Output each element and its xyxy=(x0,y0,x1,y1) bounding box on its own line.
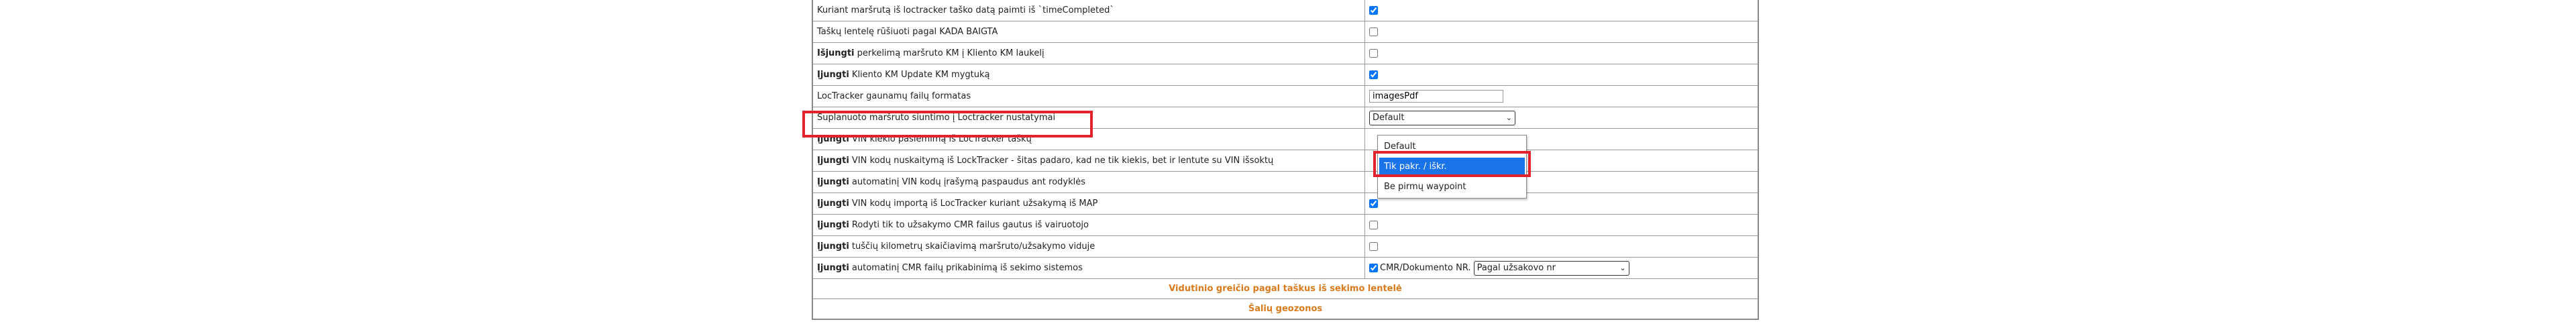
setting-label-text: Rodyti tik to užsakymo CMR failus gautus… xyxy=(849,220,1089,230)
settings-row: Įjungti VIN kiekio pasiemimą iš LocTrack… xyxy=(812,128,1759,150)
setting-label-prefix: Išjungti xyxy=(817,48,855,58)
setting-control-cell xyxy=(1364,0,1759,21)
setting-label-text: Taškų lentelę rūšiuoti pagal KADA BAIGTA xyxy=(817,27,998,37)
setting-control-cell xyxy=(1364,235,1759,258)
cmr-number-select[interactable]: Pagal užsakovo nr ⌄ xyxy=(1473,260,1629,276)
dropdown-option-default[interactable]: Default xyxy=(1379,138,1525,156)
setting-label: Įjungti VIN kodų importą iš LocTracker k… xyxy=(812,193,1365,215)
setting-label-text: perkelimą maršruto KM į Kliento KM lauke… xyxy=(854,48,1044,58)
setting-label-prefix: Įjungti xyxy=(817,199,849,209)
cmr-document-label: CMR/Dokumento NR. xyxy=(1380,263,1471,273)
select-value: Default xyxy=(1373,112,1405,123)
setting-control-cell xyxy=(1364,64,1759,86)
setting-label: Įjungti Kliento KM Update KM mygtuką xyxy=(812,64,1365,86)
setting-checkbox[interactable] xyxy=(1369,264,1378,272)
setting-label-text: VIN kiekio pasiemimą iš LocTracker taškų xyxy=(849,134,1032,144)
section-header-row: Šalių geozonos xyxy=(812,298,1759,320)
setting-control-cell: Default ⌄ xyxy=(1364,107,1759,129)
setting-label: Įjungti VIN kodų nuskaitymą iš LockTrack… xyxy=(812,150,1365,172)
setting-label: Įjungti Rodyti tik to užsakymo CMR failu… xyxy=(812,214,1365,236)
settings-row: Išjungti perkelimą maršruto KM į Kliento… xyxy=(812,42,1759,64)
section-header-row: Vidutinio greičio pagal taškus iš sekimo… xyxy=(812,278,1759,299)
settings-row: Kuriant maršrutą iš loctracker taško dat… xyxy=(812,0,1759,21)
file-format-input[interactable] xyxy=(1369,90,1503,103)
loctracker-settings-dropdown[interactable]: Default Tik pakr. / iškr. Be pirmų waypoin… xyxy=(1377,135,1527,199)
settings-row: Įjungti VIN kodų importą iš LocTracker k… xyxy=(812,193,1759,215)
setting-checkbox[interactable] xyxy=(1369,70,1378,79)
setting-label: Suplanuoto maršruto siuntimo į Loctracke… xyxy=(812,107,1365,129)
setting-label-prefix: Įjungti xyxy=(817,70,849,80)
setting-checkbox[interactable] xyxy=(1369,6,1378,15)
setting-control-cell xyxy=(1364,85,1759,107)
setting-checkbox[interactable] xyxy=(1369,221,1378,229)
settings-row: Įjungti Kliento KM Update KM mygtuką xyxy=(812,64,1759,86)
settings-row: Įjungti automatinį VIN kodų įrašymą pasp… xyxy=(812,171,1759,193)
setting-label-text: automatinį CMR failų prikabinimą iš seki… xyxy=(849,263,1083,273)
setting-checkbox[interactable] xyxy=(1369,242,1378,251)
setting-label: Įjungti automatinį VIN kodų įrašymą pasp… xyxy=(812,171,1365,193)
setting-checkbox[interactable] xyxy=(1369,49,1378,58)
settings-row: Taškų lentelę rūšiuoti pagal KADA BAIGTA xyxy=(812,21,1759,43)
chevron-down-icon: ⌄ xyxy=(1505,113,1512,122)
setting-checkbox[interactable] xyxy=(1369,28,1378,36)
setting-label-text: VIN kodų nuskaitymą iš LockTracker - šit… xyxy=(849,156,1274,166)
setting-label: Kuriant maršrutą iš loctracker taško dat… xyxy=(812,0,1365,21)
setting-label-text: LocTracker gaunamų failų formatas xyxy=(817,91,971,101)
section-header-saliu-geozonos[interactable]: Šalių geozonos xyxy=(812,298,1759,320)
setting-label-prefix: Įjungti xyxy=(817,156,849,166)
settings-row: Suplanuoto maršruto siuntimo į Loctracke… xyxy=(812,107,1759,129)
setting-label: Išjungti perkelimą maršruto KM į Kliento… xyxy=(812,42,1365,64)
setting-label-prefix: Įjungti xyxy=(817,134,849,144)
setting-label-text: VIN kodų importą iš LocTracker kuriant u… xyxy=(849,199,1098,209)
setting-label-prefix: Įjungti xyxy=(817,241,849,252)
setting-control-cell xyxy=(1364,21,1759,43)
setting-label: Taškų lentelę rūšiuoti pagal KADA BAIGTA xyxy=(812,21,1365,43)
dropdown-option-tik-pakr-iskr[interactable]: Tik pakr. / iškr. xyxy=(1379,158,1525,176)
settings-row: Įjungti tuščių kilometrų skaičiavimą mar… xyxy=(812,235,1759,258)
setting-label-prefix: Įjungti xyxy=(817,220,849,230)
settings-row: LocTracker gaunamų failų formatas xyxy=(812,85,1759,107)
chevron-down-icon: ⌄ xyxy=(1619,263,1626,272)
select-value: Pagal užsakovo nr xyxy=(1477,262,1556,273)
section-header-vidutinio-greicio-pagal-taskus-is-sekimo[interactable]: Vidutinio greičio pagal taškus iš sekimo… xyxy=(812,278,1759,299)
settings-row: Įjungti VIN kodų nuskaitymą iš LockTrack… xyxy=(812,150,1759,172)
setting-label: Įjungti VIN kiekio pasiemimą iš LocTrack… xyxy=(812,128,1365,150)
setting-label-text: Suplanuoto maršruto siuntimo į Loctracke… xyxy=(817,113,1056,123)
loctracker-settings-select[interactable]: Default ⌄ xyxy=(1369,110,1515,125)
setting-label-prefix: Įjungti xyxy=(817,263,849,273)
setting-label-text: Kuriant maršrutą iš loctracker taško dat… xyxy=(817,5,1114,15)
setting-control-cell xyxy=(1364,214,1759,236)
setting-label-prefix: Įjungti xyxy=(817,177,849,187)
setting-label-text: tuščių kilometrų skaičiavimą maršruto/už… xyxy=(849,241,1095,252)
setting-label: Įjungti automatinį CMR failų prikabinimą… xyxy=(812,257,1365,279)
dropdown-option-be-pirmu-waypoint[interactable]: Be pirmų waypoint xyxy=(1379,178,1525,196)
settings-table: Kuriant maršrutą iš loctracker taško dat… xyxy=(812,0,1759,320)
setting-control-cell xyxy=(1364,42,1759,64)
setting-label: LocTracker gaunamų failų formatas xyxy=(812,85,1365,107)
settings-row: Įjungti automatinį CMR failų prikabinimą… xyxy=(812,257,1759,279)
setting-label: Įjungti tuščių kilometrų skaičiavimą mar… xyxy=(812,235,1365,258)
setting-control-cell: CMR/Dokumento NR. Pagal užsakovo nr ⌄ xyxy=(1364,257,1759,279)
settings-row: Įjungti Rodyti tik to užsakymo CMR failu… xyxy=(812,214,1759,236)
setting-checkbox[interactable] xyxy=(1369,199,1378,208)
setting-label-text: automatinį VIN kodų įrašymą paspaudus an… xyxy=(849,177,1086,187)
setting-label-text: Kliento KM Update KM mygtuką xyxy=(849,70,990,80)
